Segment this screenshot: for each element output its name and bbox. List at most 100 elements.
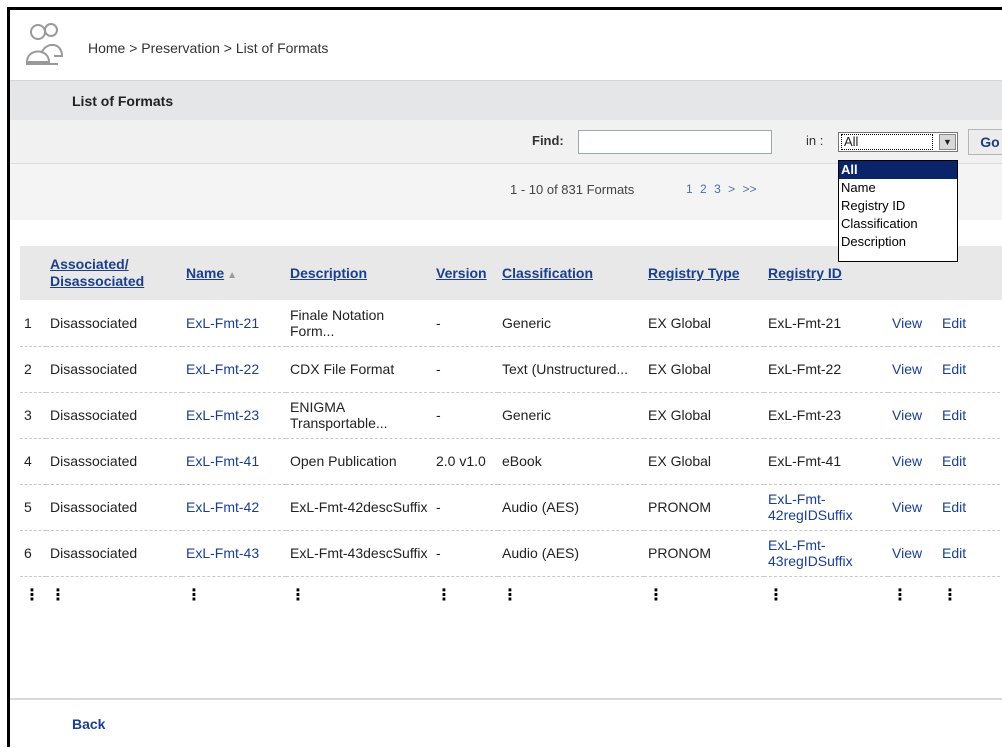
- registry-type: EX Global: [644, 438, 764, 485]
- column-header-name[interactable]: Name ▲: [182, 246, 286, 300]
- grid-area: Associated/ Disassociated Name ▲ Descript…: [10, 220, 1002, 700]
- association-status: Disassociated: [46, 484, 182, 531]
- top-bar: Home > Preservation > List of Formats: [10, 10, 1002, 80]
- dropdown-option-classification[interactable]: Classification: [839, 215, 957, 233]
- edit-link[interactable]: Edit: [938, 346, 1002, 393]
- find-label: Find:: [532, 133, 564, 148]
- view-link[interactable]: View: [888, 346, 938, 393]
- page-link-2[interactable]: 2: [700, 182, 707, 196]
- dropdown-option-name[interactable]: Name: [839, 179, 957, 197]
- format-version: 2.0 v1.0: [432, 438, 498, 485]
- view-link[interactable]: View: [888, 392, 938, 439]
- format-version: -: [432, 346, 498, 393]
- table-row: 4 Disassociated ExL-Fmt-41 Open Publication…: [20, 438, 1002, 485]
- row-number: 1: [20, 300, 46, 347]
- format-classification: Generic: [498, 300, 644, 347]
- search-field-selected: All: [841, 134, 933, 150]
- column-header-description[interactable]: Description: [286, 246, 432, 300]
- last-page-link[interactable]: >>: [742, 182, 756, 196]
- row-number: 2: [20, 346, 46, 393]
- registry-type: PRONOM: [644, 530, 764, 577]
- format-name-link[interactable]: ExL-Fmt-43: [182, 530, 286, 577]
- format-name-link[interactable]: ExL-Fmt-21: [182, 300, 286, 347]
- registry-type: EX Global: [644, 392, 764, 439]
- registry-id[interactable]: ExL-Fmt-42regIDSuffix: [764, 484, 888, 531]
- title-bar: List of Formats: [10, 80, 1002, 120]
- view-link[interactable]: View: [888, 438, 938, 485]
- column-header-version[interactable]: Version: [432, 246, 498, 300]
- edit-link[interactable]: Edit: [938, 530, 1002, 577]
- vertical-ellipsis-icon: ⋮: [942, 587, 958, 605]
- registry-id: ExL-Fmt-23: [764, 392, 888, 439]
- vertical-ellipsis-icon: ⋮: [648, 587, 664, 605]
- footer: Back: [10, 698, 1002, 748]
- format-classification: Text (Unstructured...: [498, 346, 644, 393]
- table-row: 3 Disassociated ExL-Fmt-23 ENIGMA Transport…: [20, 392, 1002, 439]
- association-status: Disassociated: [46, 438, 182, 485]
- dropdown-arrow-icon[interactable]: ▼: [939, 134, 956, 150]
- registry-id: ExL-Fmt-22: [764, 346, 888, 393]
- format-description: Open Publication: [286, 438, 432, 485]
- breadcrumb[interactable]: Home > Preservation > List of Formats: [88, 40, 328, 56]
- edit-link[interactable]: Edit: [938, 300, 1002, 347]
- formats-table: Associated/ Disassociated Name ▲ Descript…: [20, 246, 1002, 616]
- column-header-registry-type[interactable]: Registry Type: [644, 246, 764, 300]
- dropdown-option-registry-id[interactable]: Registry ID: [839, 197, 957, 215]
- find-input[interactable]: [578, 130, 772, 154]
- go-button[interactable]: Go: [968, 129, 1002, 155]
- association-status: Disassociated: [46, 300, 182, 347]
- format-name-link[interactable]: ExL-Fmt-23: [182, 392, 286, 439]
- registry-type: EX Global: [644, 300, 764, 347]
- page-link-1[interactable]: 1: [686, 182, 693, 196]
- view-link[interactable]: View: [888, 300, 938, 347]
- dropdown-option-all[interactable]: All: [839, 161, 957, 179]
- registry-id[interactable]: ExL-Fmt-43regIDSuffix: [764, 530, 888, 577]
- find-bar: Find: in : All ▼ Go: [10, 120, 1002, 164]
- next-page-link[interactable]: >: [728, 182, 735, 196]
- row-number-header: [20, 246, 46, 300]
- registry-id: ExL-Fmt-41: [764, 438, 888, 485]
- dropdown-option-description[interactable]: Description: [839, 233, 957, 251]
- column-header-name-label: Name: [186, 265, 225, 281]
- row-number: 6: [20, 530, 46, 577]
- row-number: 5: [20, 484, 46, 531]
- search-field-select[interactable]: All ▼: [838, 132, 958, 152]
- vertical-ellipsis-icon: ⋮: [186, 587, 202, 605]
- format-classification: Audio (AES): [498, 530, 644, 577]
- format-version: -: [432, 300, 498, 347]
- vertical-ellipsis-icon: ⋮: [50, 587, 66, 605]
- registry-type: EX Global: [644, 346, 764, 393]
- edit-link[interactable]: Edit: [938, 484, 1002, 531]
- format-classification: Generic: [498, 392, 644, 439]
- vertical-ellipsis-icon: ⋮: [436, 587, 452, 605]
- page-title: List of Formats: [72, 93, 174, 109]
- column-header-associated[interactable]: Associated/ Disassociated: [46, 246, 182, 300]
- column-header-classification[interactable]: Classification: [498, 246, 644, 300]
- page-link-3[interactable]: 3: [714, 182, 721, 196]
- registry-id: ExL-Fmt-21: [764, 300, 888, 347]
- table-row: 2 Disassociated ExL-Fmt-22 CDX File Format -…: [20, 346, 1002, 393]
- format-name-link[interactable]: ExL-Fmt-42: [182, 484, 286, 531]
- format-description: ExL-Fmt-43descSuffix: [286, 530, 432, 577]
- vertical-ellipsis-icon: ⋮: [24, 587, 40, 605]
- format-description: ExL-Fmt-42descSuffix: [286, 484, 432, 531]
- registry-type: PRONOM: [644, 484, 764, 531]
- format-description: CDX File Format: [286, 346, 432, 393]
- sort-ascending-icon: ▲: [227, 270, 238, 281]
- more-rows-indicator: ⋮ ⋮ ⋮ ⋮ ⋮ ⋮ ⋮ ⋮ ⋮ ⋮: [20, 576, 1002, 616]
- back-link[interactable]: Back: [72, 716, 105, 732]
- app-frame: Home > Preservation > List of Formats Li…: [7, 7, 1002, 748]
- edit-link[interactable]: Edit: [938, 392, 1002, 439]
- search-field-dropdown: All Name Registry ID Classification Desc…: [838, 160, 958, 262]
- vertical-ellipsis-icon: ⋮: [290, 587, 306, 605]
- vertical-ellipsis-icon: ⋮: [502, 587, 518, 605]
- format-version: -: [432, 392, 498, 439]
- format-name-link[interactable]: ExL-Fmt-22: [182, 346, 286, 393]
- view-link[interactable]: View: [888, 484, 938, 531]
- view-link[interactable]: View: [888, 530, 938, 577]
- format-name-link[interactable]: ExL-Fmt-41: [182, 438, 286, 485]
- edit-link[interactable]: Edit: [938, 438, 1002, 485]
- format-classification: eBook: [498, 438, 644, 485]
- association-status: Disassociated: [46, 392, 182, 439]
- format-description: ENIGMA Transportable...: [286, 392, 432, 439]
